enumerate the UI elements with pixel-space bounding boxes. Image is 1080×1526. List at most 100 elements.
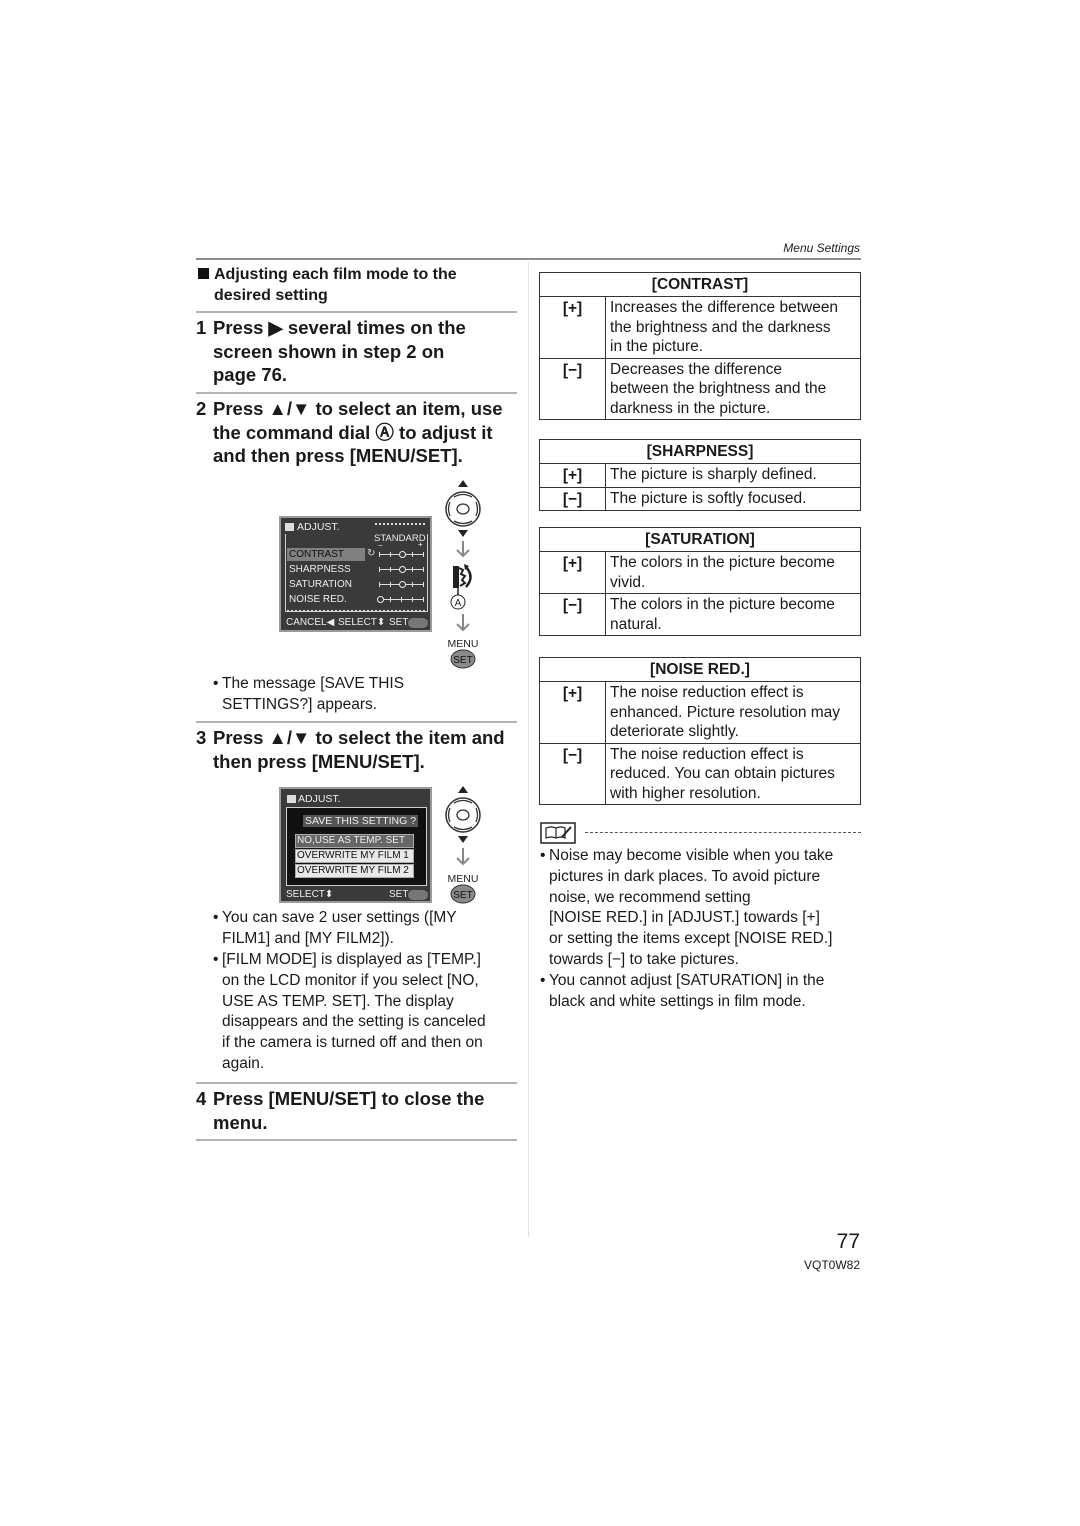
note-line: or setting the items except [NOISE RED.]: [549, 930, 833, 948]
step-2: 2 Press ▲/▼ to select an item, use the c…: [196, 397, 521, 468]
bullet-line: USE AS TEMP. SET]. The display: [222, 992, 454, 1010]
page-number: 77: [836, 1230, 860, 1253]
set-button-icon: [408, 890, 428, 900]
dial-label: A: [455, 598, 462, 609]
note-icon: [540, 822, 576, 844]
menu-set-button-icon: SET: [450, 649, 476, 669]
step-3: 3 Press ▲/▼ to select the item and then …: [196, 726, 521, 773]
step-line: the command dial Ⓐ to adjust it: [213, 421, 493, 443]
slider-tick: [412, 552, 413, 557]
slider-knob: [377, 596, 384, 603]
setting-description: The colors in the picture become vivid.: [605, 551, 861, 594]
slider-tick: [390, 597, 391, 602]
menu-set-button-icon: SET: [450, 884, 476, 904]
cross-key-icon: [445, 786, 481, 843]
bullet-dot: •: [213, 951, 219, 968]
slider-tick: [379, 552, 380, 557]
bullet-dot: •: [540, 971, 546, 989]
description-line: Decreases the difference: [610, 360, 783, 378]
film-icon: ADJUST.: [287, 793, 341, 805]
cross-key-icon: [445, 480, 481, 537]
command-dial-icon: A: [450, 564, 472, 610]
description-line: reduced. You can obtain pictures: [610, 765, 835, 782]
divider: [196, 311, 517, 313]
note-line: noise, we recommend setting: [549, 888, 751, 906]
note-dashed-rule: [585, 832, 861, 833]
step-line: and then press [MENU/SET].: [213, 445, 463, 466]
setting-table: [SATURATION] [+] The colors in the picture…: [539, 527, 861, 636]
bullet-dot: •: [540, 847, 546, 864]
description-line: vivid.: [610, 573, 646, 591]
bullet-line: The message [SAVE THIS: [222, 675, 405, 692]
setting-table: [NOISE RED.] [+] The noise reduction effec…: [539, 657, 861, 805]
bullet-line: You can save 2 user settings ([MY: [222, 909, 457, 926]
description-line: The colors in the picture become: [610, 554, 835, 571]
setting-symbol: [−]: [539, 486, 606, 511]
bullet-line: on the LCD monitor if you select [NO,: [222, 971, 479, 989]
svg-text:SET: SET: [453, 655, 472, 666]
lcd-save-screen: ADJUST. SAVE THIS SETTING ? SELECT⬍ SET …: [279, 787, 432, 903]
setting-description: The picture is sharply defined.: [605, 463, 861, 488]
slider-tick: [401, 597, 402, 602]
dial-indicator-icon: ↻: [367, 548, 376, 559]
section-title-text: Adjusting each film mode to the desired …: [214, 266, 457, 304]
bullet-item: • You can save 2 user settings ([MY FILM…: [213, 908, 523, 950]
table-row: [−] The colors in the picture become natur…: [539, 593, 861, 636]
setting-description: The noise reduction effect is reduced. Yo…: [605, 742, 861, 805]
adjust-item-label: CONTRAST: [287, 548, 365, 561]
note-item: • Noise may become visible when you take…: [540, 846, 862, 971]
description-line: The picture is softly focused.: [610, 489, 807, 507]
setting-symbol: [+]: [539, 463, 606, 488]
table-row: [−] The picture is softly focused.: [539, 486, 861, 511]
note-line: You cannot adjust [SATURATION] in the: [549, 971, 825, 989]
set-button-icon: [408, 618, 428, 628]
divider: [196, 1082, 517, 1084]
note-line: [NOISE RED.] in [ADJUST.] towards [+]: [549, 909, 820, 927]
table-row: [+] The colors in the picture become vivid…: [539, 551, 861, 594]
table-title: [CONTRAST]: [539, 272, 861, 297]
divider: [196, 392, 517, 394]
table-row: [+] The picture is sharply defined.: [539, 463, 861, 488]
table-row: [+] Increases the difference between the b…: [539, 296, 861, 359]
step-1: 1 Press ▶ several times on the screen sh…: [196, 316, 521, 387]
adjust-item-label: NOISE RED.: [289, 594, 347, 605]
slider-tick: [423, 597, 424, 602]
note-item: • You cannot adjust [SATURATION] in the …: [540, 971, 862, 1013]
save-option: OVERWRITE MY FILM 1: [295, 849, 414, 863]
setting-symbol: [+]: [539, 551, 606, 594]
bullet-line: SETTINGS?] appears.: [222, 695, 378, 713]
notes: • Noise may become visible when you take…: [540, 846, 862, 1012]
control-sequence: A MENU SET: [442, 478, 484, 670]
description-line: between the brightness and the: [610, 380, 827, 397]
step-number: 4: [196, 1088, 207, 1109]
note-line: black and white settings in film mode.: [549, 992, 806, 1010]
bullet-item: • The message [SAVE THIS SETTINGS?] appe…: [213, 674, 523, 716]
step-line: then press [MENU/SET].: [213, 750, 425, 772]
description-line: deteriorate slightly.: [610, 723, 739, 740]
step-line: Press ▲/▼ to select an item, use: [213, 398, 503, 419]
table-row: [+] The noise reduction effect is enhanced…: [539, 681, 861, 744]
setting-description: Decreases the difference between the brig…: [605, 357, 861, 420]
control-sequence: MENU SET: [442, 784, 484, 906]
note-line: towards [−] to take pictures.: [549, 950, 739, 968]
dotted-rule: [287, 610, 425, 612]
slider-tick: [423, 552, 424, 557]
lcd-adjust-screen: ADJUST. STANDARD − + CANCEL◀ SELECT⬍ SET…: [279, 516, 432, 632]
down-arrow-icon: [456, 614, 470, 632]
note-line: pictures in dark places. To avoid pictur…: [549, 867, 821, 885]
step-line: Press ▶ several times on the: [213, 317, 466, 338]
section-title: Adjusting each film mode to the desired …: [198, 264, 518, 306]
adjust-item-label: SHARPNESS: [289, 564, 351, 575]
description-line: darkness in the picture.: [610, 399, 771, 417]
slider-tick: [390, 567, 391, 572]
setting-description: The colors in the picture become natural.: [605, 593, 861, 636]
square-bullet-icon: [198, 268, 209, 279]
table-row: [−] Decreases the difference between the b…: [539, 357, 861, 420]
step-line: Press ▲/▼ to select the item and: [213, 727, 505, 748]
adjust-item-label: SATURATION: [289, 579, 352, 590]
save-option: NO,USE AS TEMP. SET: [295, 834, 414, 848]
setting-symbol: [+]: [539, 296, 606, 359]
slider-tick: [412, 567, 413, 572]
bullet-dot: •: [213, 909, 219, 926]
select-hint: SELECT⬍: [338, 617, 386, 628]
